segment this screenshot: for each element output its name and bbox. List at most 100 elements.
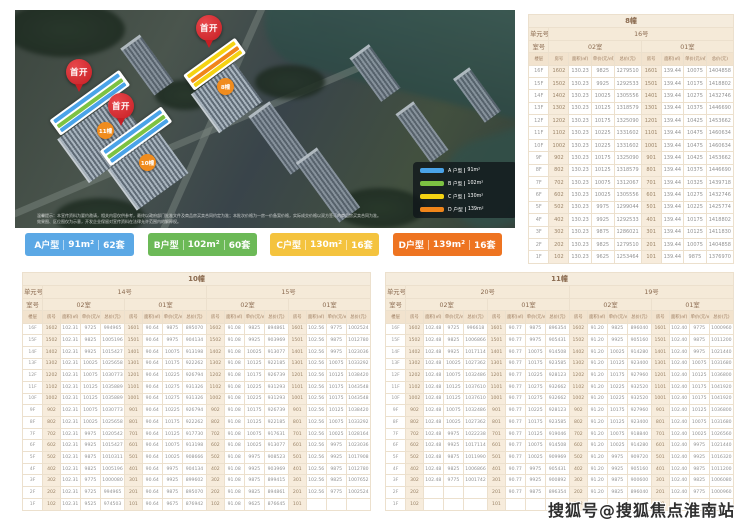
price-cell: 9975 xyxy=(525,335,545,347)
roomno-cell: 1302 xyxy=(207,358,225,370)
price-cell: 10225 xyxy=(684,201,707,213)
column-header-price: 单价(元/㎡) xyxy=(591,53,614,66)
roomno-cell: 1601 xyxy=(288,323,306,335)
roomno-cell: 1501 xyxy=(288,335,306,347)
roomno-cell: 1002 xyxy=(207,393,225,405)
floor-cell: 10F xyxy=(529,139,549,151)
column-header-total: 总价(元) xyxy=(182,311,206,324)
area-cell: 130.23 xyxy=(569,238,592,250)
area-cell: 102.31 xyxy=(60,452,80,464)
roomno-cell: 1401 xyxy=(641,90,661,102)
total-cell: 1325090 xyxy=(614,152,641,164)
area-cell: 90.77 xyxy=(505,440,525,452)
total-cell: 1453662 xyxy=(706,152,733,164)
column-header-area: 面积(㎡) xyxy=(423,311,443,324)
divider xyxy=(464,194,465,199)
roomno-cell: 502 xyxy=(549,201,569,213)
area-cell: 90.64 xyxy=(142,417,162,429)
total-cell: 913198 xyxy=(182,440,206,452)
total-cell: 1035889 xyxy=(100,393,124,405)
roomno-cell: 201 xyxy=(288,487,306,499)
roomno-cell: 701 xyxy=(641,177,661,189)
column-header-area: 面积(㎡) xyxy=(587,311,607,324)
roomno-cell: 802 xyxy=(43,417,61,429)
price-cell: 9875 xyxy=(591,226,614,238)
unit-number-label: 单元号 xyxy=(386,286,406,299)
roomno-cell: 602 xyxy=(549,189,569,201)
pill-type-name: B户型 xyxy=(154,238,179,251)
roomno-cell: 901 xyxy=(125,405,143,417)
roomno-cell: 1602 xyxy=(43,323,61,335)
roomno-cell: 401 xyxy=(641,214,661,226)
price-cell: 10025 xyxy=(162,452,182,464)
total-cell: 909720 xyxy=(627,452,651,464)
floor-cell: 16F xyxy=(23,323,43,335)
price-cell: 9875 xyxy=(689,463,709,475)
area-cell: 91.08 xyxy=(224,370,244,382)
price-cell: 10075 xyxy=(80,405,100,417)
total-cell: 974503 xyxy=(100,498,124,510)
total-cell: 917631 xyxy=(264,428,288,440)
area-cell: 102.31 xyxy=(60,417,80,429)
area-cell: 139.44 xyxy=(661,251,684,263)
total-cell: 899415 xyxy=(264,475,288,487)
roomno-cell: 102 xyxy=(406,498,424,510)
total-cell: 931293 xyxy=(264,381,288,393)
divider xyxy=(224,240,225,250)
roomno-cell: 302 xyxy=(207,475,225,487)
price-cell: 10325 xyxy=(684,177,707,189)
price-cell: 10125 xyxy=(80,393,100,405)
column-header-total: 总价(元) xyxy=(264,311,288,324)
area-cell: 102.40 xyxy=(669,323,689,335)
total-cell: 923585 xyxy=(545,417,569,429)
fine-print-disclaimer: 温馨提示：本宣传资料为要约邀请，相关内容仅供参考，最终以政府部门批准文件及商品房… xyxy=(37,213,497,224)
legend-type-area: 102m² xyxy=(467,181,483,186)
area-cell: 130.23 xyxy=(569,90,592,102)
price-cell: 9625 xyxy=(244,498,264,510)
price-cell: 9975 xyxy=(591,201,614,213)
price-cell: 9825 xyxy=(326,475,346,487)
total-cell: 1022238 xyxy=(463,428,487,440)
pin-label: 首开 xyxy=(200,22,218,34)
roomno-cell: 501 xyxy=(125,452,143,464)
area-cell: 139.44 xyxy=(661,238,684,250)
price-cell: 10025 xyxy=(244,440,264,452)
total-cell: 1312067 xyxy=(614,177,641,189)
total-cell: 1279510 xyxy=(614,65,641,77)
area-cell: 91.08 xyxy=(224,475,244,487)
unit-name: 16号 xyxy=(549,28,734,41)
floor-cell: 2F xyxy=(529,238,549,250)
area-cell: 90.64 xyxy=(142,452,162,464)
roomno-cell: 1001 xyxy=(288,393,306,405)
roomno-cell: 1202 xyxy=(207,370,225,382)
price-cell: 10425 xyxy=(684,152,707,164)
price-cell: 9875 xyxy=(80,452,100,464)
total-cell: 913077 xyxy=(264,346,288,358)
total-cell: 1005196 xyxy=(100,463,124,475)
price-cell: 10175 xyxy=(326,381,346,393)
price-cell: 9925 xyxy=(525,475,545,487)
area-cell: 90.77 xyxy=(505,487,525,499)
roomno-cell: 302 xyxy=(43,475,61,487)
price-cell: 9925 xyxy=(689,452,709,464)
total-cell: 1012780 xyxy=(346,463,370,475)
area-cell: 90.77 xyxy=(505,370,525,382)
price-cell: 9975 xyxy=(326,440,346,452)
total-cell: 1015427 xyxy=(100,440,124,452)
divider xyxy=(183,240,184,250)
legend-type-name: D 户型 xyxy=(448,206,463,213)
area-cell: 102.48 xyxy=(423,475,443,487)
total-cell: 931326 xyxy=(182,393,206,405)
price-cell: 10075 xyxy=(684,65,707,77)
pill-type-count: 60套 xyxy=(229,238,251,251)
area-cell: 90.64 xyxy=(142,498,162,510)
column-header-total: 总价(元) xyxy=(346,311,370,324)
type-pill-b: B户型102m²60套 xyxy=(148,233,257,256)
column-header-roomno: 房号 xyxy=(125,311,143,324)
floor-cell: 13F xyxy=(386,358,406,370)
column-header-total: 总价(元) xyxy=(706,53,733,66)
roomno-cell: 902 xyxy=(549,152,569,164)
roomno-cell: 501 xyxy=(288,452,306,464)
roomno-cell: 902 xyxy=(570,405,588,417)
roomno-cell: 1301 xyxy=(488,358,506,370)
